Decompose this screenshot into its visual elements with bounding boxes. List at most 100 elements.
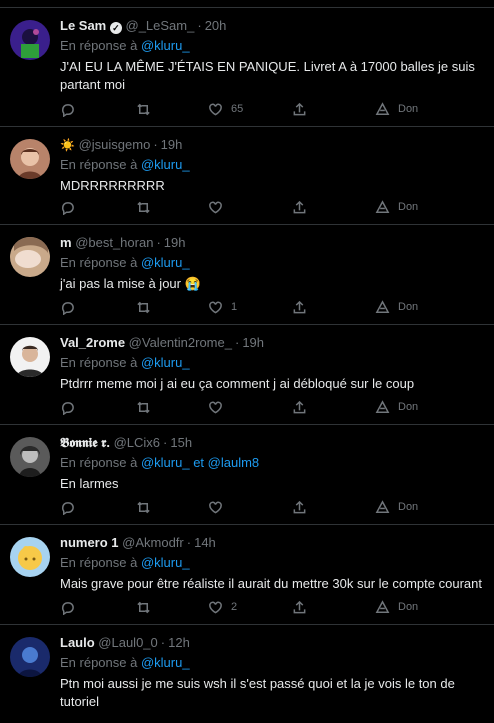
mention-link[interactable]: @kluru_ — [141, 38, 190, 53]
like-count: 1 — [231, 301, 238, 313]
tweet-header: ☀️ @jsuisgemo · 19h — [60, 137, 183, 152]
retweet-button[interactable] — [136, 198, 151, 216]
retweet-button[interactable] — [136, 498, 151, 516]
share-icon — [293, 500, 306, 513]
share-button[interactable] — [292, 198, 307, 216]
donate-button[interactable]: Don — [375, 100, 418, 118]
reply-button[interactable] — [60, 398, 75, 416]
mention-link[interactable]: @kluru_ — [141, 455, 190, 470]
heart-icon — [209, 201, 222, 214]
tweet-reply[interactable]: m @best_horan · 19h En réponse à @kluru_ j… — [0, 225, 494, 325]
timestamp[interactable]: 19h — [242, 335, 264, 350]
tip-icon — [375, 399, 390, 413]
tweet-reply[interactable]: ☀️ @jsuisgemo · 19h En réponse à @kluru_ M… — [0, 127, 494, 225]
tweet-reply[interactable]: Laulo @Laul0_0 · 12h En réponse à @kluru_ … — [0, 625, 494, 723]
mention-link[interactable]: @kluru_ — [141, 555, 190, 570]
tip-icon — [375, 101, 390, 115]
handle[interactable]: @_LeSam_ — [126, 18, 195, 33]
retweet-icon — [137, 401, 150, 413]
retweet-button[interactable] — [136, 100, 151, 118]
donate-button[interactable]: Don — [375, 598, 418, 616]
display-name[interactable]: numero 1 — [60, 535, 119, 550]
timestamp[interactable]: 15h — [170, 435, 192, 450]
timestamp[interactable]: 20h — [205, 18, 227, 33]
donate-button[interactable]: Don — [375, 498, 418, 516]
like-button[interactable]: 1 — [208, 298, 237, 316]
tweet-header: 𝕭𝖔𝖓𝖓𝖎𝖊 𝖗. @LCix6 · 15h — [60, 435, 193, 450]
mention-link[interactable]: @kluru_ — [141, 255, 190, 270]
mention-link[interactable]: @kluru_ — [141, 655, 190, 670]
action-bar: Don — [60, 198, 484, 216]
reply-button[interactable] — [60, 198, 75, 216]
reply-button[interactable] — [60, 100, 75, 118]
tweet-reply[interactable]: Val_2rome @Valentin2rome_ · 19h En réponse… — [0, 325, 494, 425]
share-button[interactable] — [292, 100, 307, 118]
like-button[interactable] — [208, 398, 223, 416]
avatar[interactable] — [10, 637, 50, 677]
share-button[interactable] — [292, 398, 307, 416]
reply-button[interactable] — [60, 298, 75, 316]
handle[interactable]: @Akmodfr — [122, 535, 184, 550]
tweet-reply[interactable]: Le Sam ✓ @_LeSam_ · 20h En réponse à @klur… — [0, 8, 494, 127]
retweet-icon — [137, 201, 150, 213]
sun-emoji-icon: ☀️ — [60, 138, 75, 152]
display-name[interactable]: 𝕭𝖔𝖓𝖓𝖎𝖊 𝖗. — [60, 435, 110, 450]
retweet-button[interactable] — [136, 598, 151, 616]
reply-icon — [61, 501, 74, 515]
handle[interactable]: @Valentin2rome_ — [129, 335, 232, 350]
reply-context: En réponse à @kluru_ — [60, 655, 190, 670]
heart-icon — [209, 401, 222, 414]
action-bar: 2 Don — [60, 598, 484, 616]
heart-icon — [209, 301, 222, 314]
reply-button[interactable] — [60, 598, 75, 616]
retweet-button[interactable] — [136, 298, 151, 316]
avatar[interactable] — [10, 139, 50, 179]
handle[interactable]: @Laul0_0 — [98, 635, 157, 650]
action-bar: Don — [60, 498, 484, 516]
avatar[interactable] — [10, 337, 50, 377]
donate-button[interactable]: Don — [375, 398, 418, 416]
heart-icon — [209, 103, 222, 116]
like-button[interactable]: 2 — [208, 598, 237, 616]
display-name[interactable]: Val_2rome — [60, 335, 125, 350]
share-button[interactable] — [292, 298, 307, 316]
tweet-text: J'AI EU LA MÊME J'ÉTAIS EN PANIQUE. Livr… — [60, 59, 479, 92]
timestamp[interactable]: 19h — [164, 235, 186, 250]
tip-icon — [375, 499, 390, 513]
avatar[interactable] — [10, 20, 50, 60]
like-count: 65 — [231, 103, 244, 115]
handle[interactable]: @jsuisgemo — [79, 137, 151, 152]
timestamp[interactable]: 14h — [194, 535, 216, 550]
handle[interactable]: @best_horan — [75, 235, 153, 250]
like-button[interactable] — [208, 498, 223, 516]
display-name[interactable]: Laulo — [60, 635, 95, 650]
donate-button[interactable]: Don — [375, 298, 418, 316]
share-button[interactable] — [292, 498, 307, 516]
tweet-reply[interactable]: numero 1 @Akmodfr · 14h En réponse à @klur… — [0, 525, 494, 625]
timestamp[interactable]: 19h — [161, 137, 183, 152]
timestamp[interactable]: 12h — [168, 635, 190, 650]
like-button[interactable] — [208, 198, 223, 216]
tweet-reply[interactable]: 𝕭𝖔𝖓𝖓𝖎𝖊 𝖗. @LCix6 · 15h En réponse à @kluru… — [0, 425, 494, 525]
reply-icon — [61, 301, 74, 315]
mention-link[interactable]: @laulm8 — [208, 455, 260, 470]
avatar[interactable] — [10, 537, 50, 577]
mention-link[interactable]: @kluru_ — [141, 157, 190, 172]
mention-link[interactable]: @kluru_ — [141, 355, 190, 370]
display-name[interactable]: Le Sam — [60, 18, 106, 33]
retweet-button[interactable] — [136, 398, 151, 416]
like-button[interactable]: 65 — [208, 100, 243, 118]
avatar[interactable] — [10, 437, 50, 477]
tweet-text: Ptdrrr meme moi j ai eu ça comment j ai … — [60, 376, 415, 391]
share-icon — [293, 102, 306, 115]
retweet-icon — [137, 501, 150, 513]
tweet-text: MDRRRRRRRRR — [60, 178, 165, 193]
donate-button[interactable]: Don — [375, 198, 418, 216]
reply-icon — [61, 103, 74, 117]
share-button[interactable] — [292, 598, 307, 616]
heart-icon — [209, 501, 222, 514]
display-name[interactable]: m — [60, 235, 72, 250]
reply-button[interactable] — [60, 498, 75, 516]
avatar[interactable] — [10, 237, 50, 277]
handle[interactable]: @LCix6 — [114, 435, 160, 450]
